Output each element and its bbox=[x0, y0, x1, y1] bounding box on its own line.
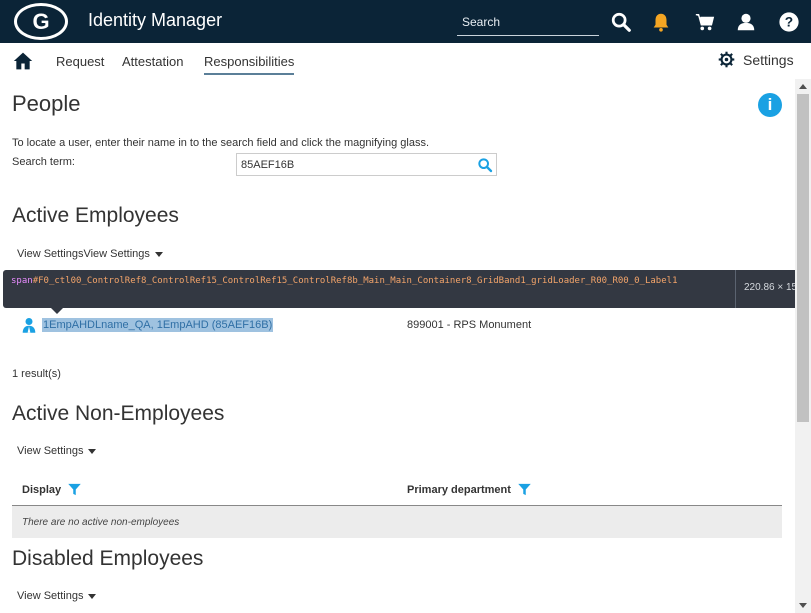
company-logo[interactable]: G bbox=[14, 3, 68, 40]
helper-text: To locate a user, enter their name in to… bbox=[12, 137, 430, 149]
user-icon[interactable] bbox=[735, 11, 757, 33]
employee-name-link[interactable]: 1EmpAHDLname_QA, 1EmpAHD (85AEF16B) bbox=[42, 318, 274, 332]
inspector-divider bbox=[735, 270, 736, 308]
table-row: 1EmpAHDLname_QA, 1EmpAHD (85AEF16B) bbox=[22, 316, 274, 334]
column-header-primary-department[interactable]: Primary department bbox=[407, 482, 532, 497]
tab-responsibilities[interactable]: Responsibilities bbox=[204, 54, 295, 75]
inspector-selector: span#F0_ctl00_ControlRef8_ControlRef15_C… bbox=[11, 274, 731, 288]
inspector-pointer bbox=[50, 307, 64, 314]
main-nav: Request Attestation Responsibilities Set… bbox=[0, 43, 811, 79]
search-icon[interactable] bbox=[610, 11, 632, 33]
svg-text:?: ? bbox=[785, 15, 793, 30]
column-header-display[interactable]: Display bbox=[22, 482, 82, 497]
cart-icon[interactable] bbox=[694, 11, 716, 33]
app-title: Identity Manager bbox=[88, 10, 223, 30]
global-search-input[interactable] bbox=[457, 11, 599, 33]
view-settings-button-label: View Settings bbox=[83, 248, 150, 260]
scroll-up-arrow-icon[interactable] bbox=[799, 84, 807, 89]
page-title: People bbox=[12, 91, 81, 116]
help-icon[interactable]: ? bbox=[778, 11, 800, 33]
non-employees-view-settings[interactable]: View Settings bbox=[17, 445, 97, 457]
home-icon[interactable] bbox=[13, 51, 33, 71]
gear-icon bbox=[718, 51, 735, 68]
settings-link[interactable]: Settings bbox=[718, 51, 794, 68]
tab-request[interactable]: Request bbox=[56, 54, 104, 69]
filter-icon[interactable] bbox=[517, 482, 532, 497]
global-search bbox=[457, 11, 599, 36]
employee-icon bbox=[22, 318, 36, 333]
magnifying-glass-icon[interactable] bbox=[477, 157, 493, 173]
column-label: Primary department bbox=[407, 483, 511, 496]
view-settings-label: View Settings bbox=[17, 248, 84, 260]
chevron-down-icon bbox=[88, 448, 97, 454]
employee-department: 899001 - RPS Monument bbox=[407, 319, 532, 331]
empty-message: There are no active non-employees bbox=[22, 517, 180, 528]
empty-table-row: There are no active non-employees bbox=[12, 506, 782, 538]
chevron-down-icon bbox=[154, 251, 163, 257]
disabled-employees-view-settings[interactable]: View Settings bbox=[17, 590, 97, 602]
tab-attestation[interactable]: Attestation bbox=[122, 54, 183, 69]
active-employees-view-settings[interactable]: View Settings View Settings bbox=[17, 248, 163, 260]
top-header: G Identity Manager ? bbox=[0, 0, 811, 43]
inspector-dimensions: 220.86 × 15 bbox=[744, 282, 798, 293]
view-settings-label: View Settings bbox=[17, 445, 84, 457]
column-label: Display bbox=[22, 483, 62, 496]
search-term-label: Search term: bbox=[12, 156, 75, 168]
active-non-employees-title: Active Non-Employees bbox=[12, 402, 225, 425]
filter-icon[interactable] bbox=[67, 482, 82, 497]
scrollbar-thumb[interactable] bbox=[797, 94, 809, 422]
results-count: 1 result(s) bbox=[12, 368, 61, 380]
inspector-tag: span bbox=[11, 276, 33, 286]
element-inspector-tooltip: span#F0_ctl00_ControlRef8_ControlRef15_C… bbox=[3, 270, 809, 308]
search-term-input[interactable] bbox=[237, 154, 467, 175]
scroll-down-arrow-icon[interactable] bbox=[799, 603, 807, 608]
chevron-down-icon bbox=[88, 593, 97, 599]
view-settings-label: View Settings bbox=[17, 590, 84, 602]
search-term-box bbox=[236, 153, 497, 176]
bell-icon[interactable] bbox=[650, 11, 672, 33]
info-icon[interactable]: i bbox=[758, 93, 782, 117]
disabled-employees-title: Disabled Employees bbox=[12, 547, 204, 570]
inspector-id: #F0_ctl00_ControlRef8_ControlRef15_Contr… bbox=[32, 276, 678, 286]
settings-label: Settings bbox=[743, 51, 794, 68]
active-employees-title: Active Employees bbox=[12, 204, 179, 227]
